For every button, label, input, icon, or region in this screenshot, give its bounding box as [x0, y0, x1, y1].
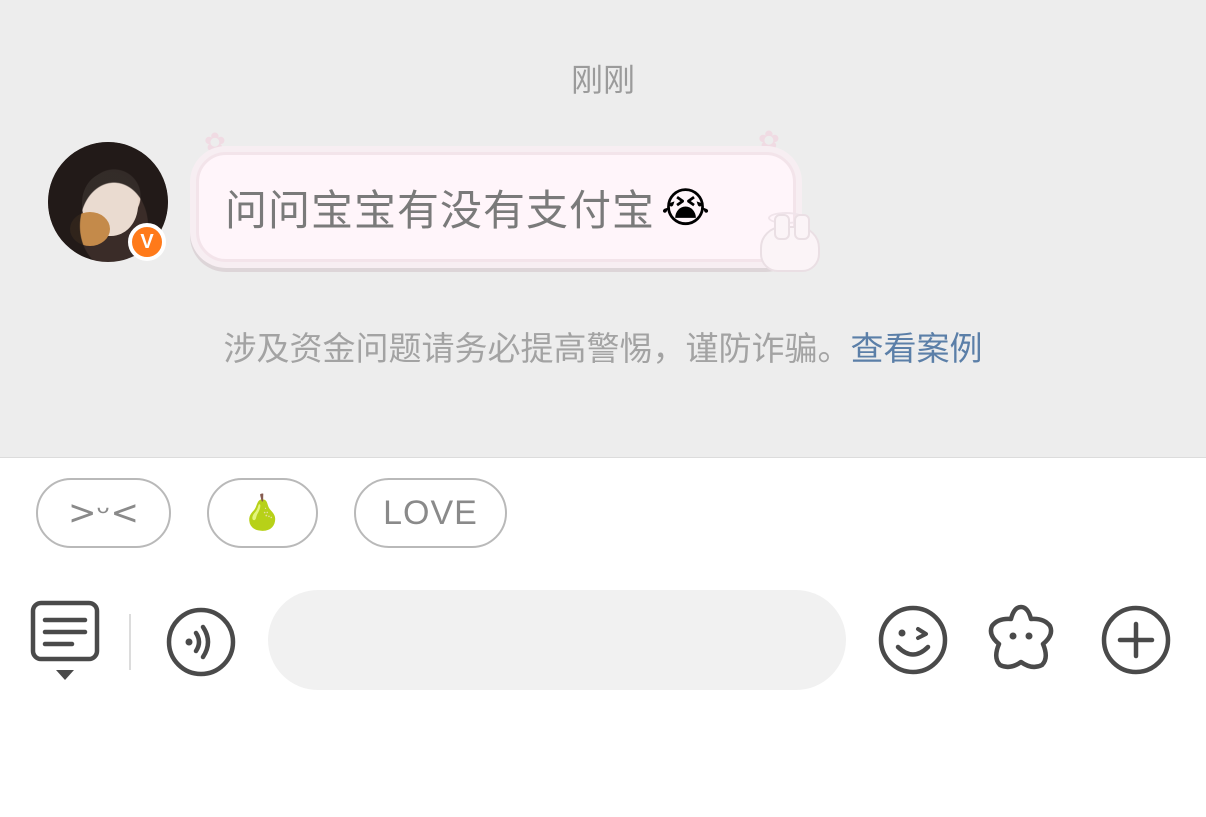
quick-replies: >ᵕ< 🍐 LOVE	[0, 478, 1206, 548]
quick-reply-chip[interactable]: 🍐	[207, 478, 318, 548]
input-toolbar	[0, 588, 1206, 692]
emoji-icon[interactable]	[877, 604, 949, 676]
message-text: 问问宝宝有没有支付宝	[225, 185, 656, 235]
quick-reply-chip[interactable]: >ᵕ<	[36, 478, 171, 548]
voice-icon[interactable]	[165, 606, 237, 678]
quick-reply-chip[interactable]: LOVE	[354, 478, 507, 548]
crying-emoji: 😭	[661, 182, 711, 232]
plus-icon[interactable]	[1100, 604, 1172, 676]
message-timestamp: 刚刚	[570, 61, 635, 99]
fraud-warning: 涉及资金问题请务必提高警惕，谨防诈骗。查看案例	[0, 322, 1206, 370]
message-bubble[interactable]: 问问宝宝有没有支付宝 😭	[196, 152, 796, 262]
sticker-icon[interactable]	[984, 602, 1058, 676]
warning-text: 涉及资金问题请务必提高警惕，谨防诈骗。	[223, 329, 851, 368]
verified-badge: V	[128, 223, 166, 261]
bunny-decoration-icon	[760, 214, 820, 272]
keyboard-switch-icon[interactable]	[30, 600, 100, 684]
chat-area: 刚刚 V ✿ ✿ 问问宝宝有没有支付宝 😭 涉及资金问题请务必提高警惕，谨防诈骗…	[0, 0, 1206, 458]
toolbar-divider	[129, 614, 131, 670]
view-cases-link[interactable]: 查看案例	[851, 329, 983, 368]
message-input[interactable]	[268, 590, 846, 690]
